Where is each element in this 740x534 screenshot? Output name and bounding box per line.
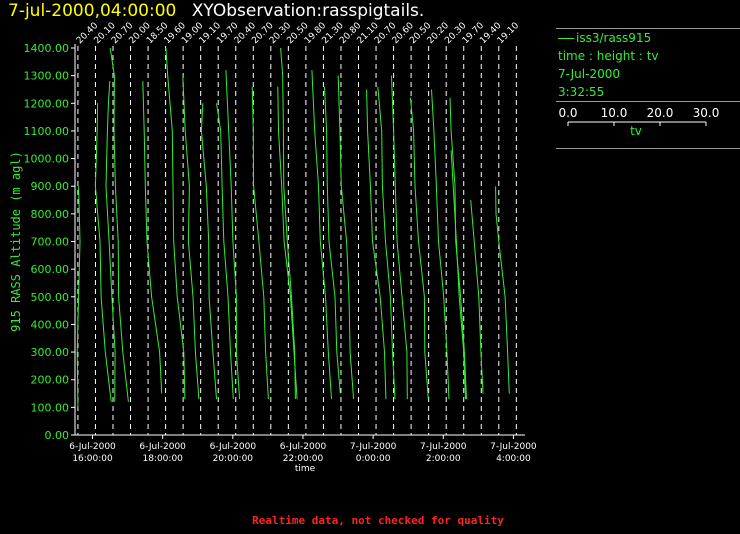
y-tick-label: 500.00 bbox=[31, 291, 70, 304]
quality-note: Realtime data, not checked for quality bbox=[252, 514, 504, 527]
x-axis-label: time bbox=[295, 464, 316, 474]
x-tick-time: 16:00:00 bbox=[72, 454, 113, 464]
y-tick-label: 900.00 bbox=[31, 180, 70, 193]
y-axis-label: 915 RASS Altitude (m agl) bbox=[9, 151, 23, 332]
profile-trace bbox=[324, 86, 341, 394]
x-tick-date: 6-Jul-2000 bbox=[210, 442, 257, 452]
profile-trace bbox=[377, 86, 396, 400]
y-tick-label: 1100.00 bbox=[24, 125, 70, 138]
x-tick-date: 7-Jul-2000 bbox=[420, 442, 467, 452]
y-tick-label: 800.00 bbox=[31, 208, 70, 221]
legend: iss3/rass915 time : height : tv 7-Jul-20… bbox=[556, 28, 740, 149]
x-tick-date: 6-Jul-2000 bbox=[280, 442, 327, 452]
legend-date: 7-Jul-2000 bbox=[558, 67, 620, 81]
legend-axes-desc: time : height : tv bbox=[558, 49, 659, 63]
y-tick-label: 100.00 bbox=[31, 401, 70, 414]
y-tick-label: 700.00 bbox=[31, 236, 70, 249]
x-tick-time: 18:00:00 bbox=[142, 454, 183, 464]
profile-trace bbox=[225, 70, 241, 400]
x-tick-date: 6-Jul-2000 bbox=[69, 442, 116, 452]
profile-trace bbox=[216, 103, 234, 400]
y-tick-label: 1200.00 bbox=[24, 97, 70, 110]
y-tick-label: 400.00 bbox=[31, 318, 70, 331]
x-tick-time: 20:00:00 bbox=[213, 454, 254, 464]
x-tick-time: 4:00:00 bbox=[496, 454, 531, 464]
profile-trace bbox=[251, 86, 269, 400]
legend-swatch bbox=[558, 38, 574, 39]
y-tick-label: 600.00 bbox=[31, 263, 70, 276]
legend-divider bbox=[556, 148, 740, 149]
y-tick-label: 1000.00 bbox=[24, 153, 70, 166]
profile-trace bbox=[94, 103, 112, 402]
profile-trace bbox=[182, 75, 200, 400]
legend-series: iss3/rass915 bbox=[556, 29, 740, 47]
x-tick-date: 7-Jul-2000 bbox=[490, 442, 537, 452]
legend-scale: 0.0 10.0 20.0 30.0 tv bbox=[556, 102, 740, 148]
profile-trace bbox=[200, 103, 217, 400]
x-tick-time: 22:00:00 bbox=[283, 454, 324, 464]
x-tick-time: 0:00:00 bbox=[356, 454, 391, 464]
x-tick-date: 6-Jul-2000 bbox=[139, 442, 186, 452]
profile-trace bbox=[495, 186, 510, 394]
y-tick-label: 300.00 bbox=[31, 346, 70, 359]
y-tick-label: 0.00 bbox=[45, 429, 70, 442]
x-tick-time: 2:00:00 bbox=[426, 454, 461, 464]
x-tick-date: 7-Jul-2000 bbox=[350, 442, 397, 452]
legend-series-label: iss3/rass915 bbox=[576, 31, 652, 45]
profile-trace bbox=[142, 81, 163, 394]
profile-trace bbox=[165, 47, 186, 400]
scale-bar bbox=[567, 121, 707, 126]
y-tick-label: 1300.00 bbox=[24, 70, 70, 83]
y-tick-label: 1400.00 bbox=[24, 42, 70, 55]
y-tick-label: 200.00 bbox=[31, 374, 70, 387]
profile-trace bbox=[409, 97, 429, 400]
scale-unit-label: tv bbox=[630, 124, 642, 138]
legend-time: 3:32:55 bbox=[558, 85, 605, 99]
